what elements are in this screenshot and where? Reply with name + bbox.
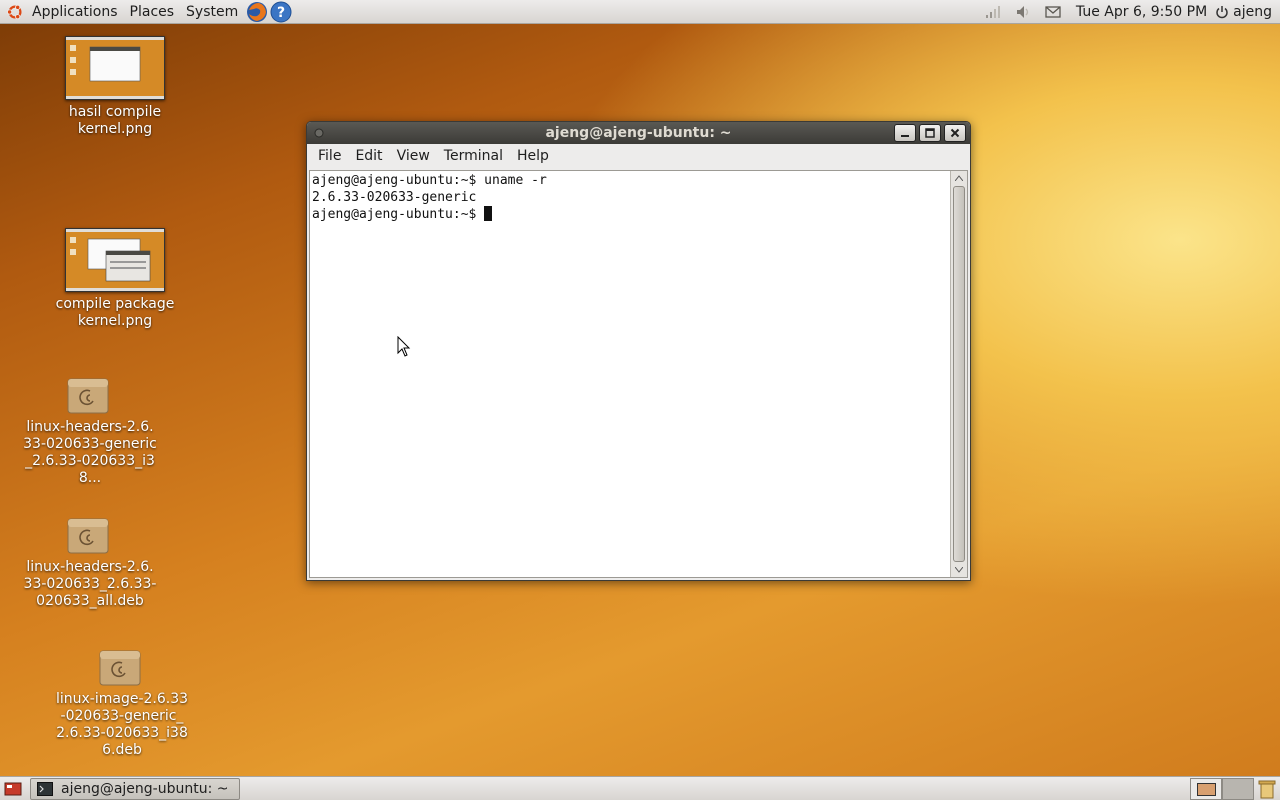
- svg-text:?: ?: [277, 5, 285, 21]
- window-menu-icon[interactable]: [313, 127, 325, 139]
- workspace-switcher: [1190, 777, 1254, 800]
- menu-help[interactable]: Help: [510, 148, 556, 164]
- system-menu[interactable]: System: [180, 0, 244, 24]
- user-menu[interactable]: ajeng: [1215, 4, 1280, 20]
- terminal-icon: [37, 781, 53, 796]
- taskbar-button-terminal[interactable]: ajeng@ajeng-ubuntu: ~: [30, 777, 240, 800]
- volume-icon[interactable]: [1014, 3, 1032, 21]
- close-button[interactable]: [944, 124, 966, 142]
- maximize-button[interactable]: [919, 124, 941, 142]
- workspace-2[interactable]: [1222, 777, 1254, 800]
- close-icon: [950, 128, 960, 138]
- menu-file[interactable]: File: [311, 148, 348, 164]
- arrow-up-icon: [955, 175, 963, 181]
- applications-menu[interactable]: Applications: [26, 0, 124, 24]
- text-cursor: [484, 206, 493, 221]
- menu-edit[interactable]: Edit: [348, 148, 389, 164]
- debian-package-icon: [67, 518, 109, 554]
- scroll-down-button[interactable]: [951, 563, 967, 577]
- mail-icon[interactable]: [1044, 3, 1062, 21]
- terminal-area[interactable]: ajeng@ajeng-ubuntu:~$ uname -r 2.6.33-020…: [309, 170, 968, 578]
- minimize-icon: [901, 135, 909, 137]
- desktop-icon-linux-headers-generic[interactable]: linux-headers-2.6.33-020633-generic_2.6.…: [23, 375, 157, 487]
- window-title: ajeng@ajeng-ubuntu: ~: [545, 125, 732, 141]
- menu-view[interactable]: View: [390, 148, 437, 164]
- places-menu[interactable]: Places: [124, 0, 181, 24]
- icon-label: compile package kernel.png: [55, 296, 175, 329]
- image-thumbnail-icon: [65, 36, 165, 100]
- maximize-icon: [925, 128, 935, 138]
- scroll-up-button[interactable]: [951, 171, 967, 185]
- debian-package-icon: [67, 378, 109, 414]
- bottom-panel: ajeng@ajeng-ubuntu: ~: [0, 776, 1280, 800]
- firefox-icon[interactable]: [246, 1, 268, 23]
- show-desktop-icon[interactable]: [4, 781, 22, 797]
- desktop-icon-linux-image[interactable]: linux-image-2.6.33-020633-generic_2.6.33…: [55, 647, 188, 759]
- terminal-menubar: File Edit View Terminal Help: [307, 144, 970, 168]
- icon-label: linux-headers-2.6.33-020633_2.6.33-02063…: [23, 559, 157, 609]
- terminal-line: ajeng@ajeng-ubuntu:~$ uname -r: [312, 173, 547, 188]
- desktop-icon-compile-package[interactable]: compile package kernel.png: [50, 228, 180, 330]
- desktop-icon-hasil-compile[interactable]: hasil compile kernel.png: [50, 36, 180, 138]
- menu-terminal[interactable]: Terminal: [437, 148, 510, 164]
- icon-label: hasil compile kernel.png: [68, 104, 162, 137]
- network-icon[interactable]: [984, 3, 1002, 21]
- user-name: ajeng: [1233, 3, 1272, 20]
- minimize-button[interactable]: [894, 124, 916, 142]
- scrollbar-thumb[interactable]: [953, 186, 965, 562]
- debian-package-icon: [99, 650, 141, 686]
- ubuntu-logo-icon[interactable]: [6, 3, 24, 21]
- mouse-pointer-icon: [397, 336, 411, 357]
- arrow-down-icon: [955, 567, 963, 573]
- icon-label: linux-image-2.6.33-020633-generic_2.6.33…: [55, 691, 189, 758]
- terminal-scrollbar[interactable]: [950, 171, 967, 577]
- terminal-output[interactable]: ajeng@ajeng-ubuntu:~$ uname -r 2.6.33-020…: [310, 171, 950, 577]
- terminal-line: 2.6.33-020633-generic: [312, 190, 477, 205]
- clock[interactable]: Tue Apr 6, 9:50 PM: [1068, 4, 1215, 20]
- window-titlebar[interactable]: ajeng@ajeng-ubuntu: ~: [307, 122, 970, 144]
- terminal-line: ajeng@ajeng-ubuntu:~$: [312, 207, 485, 222]
- terminal-prompt-line: ajeng@ajeng-ubuntu:~$: [312, 206, 948, 223]
- workspace-window-preview: [1197, 782, 1216, 796]
- desktop-icon-linux-headers-all[interactable]: linux-headers-2.6.33-020633_2.6.33-02063…: [23, 515, 156, 610]
- trash-icon[interactable]: [1258, 779, 1276, 799]
- icon-label: linux-headers-2.6.33-020633-generic_2.6.…: [23, 419, 157, 486]
- power-icon: [1216, 5, 1228, 18]
- top-panel: Applications Places System ? Tue Apr 6, …: [0, 0, 1280, 24]
- workspace-1[interactable]: [1190, 777, 1222, 800]
- taskbar-label: ajeng@ajeng-ubuntu: ~: [61, 780, 229, 797]
- image-thumbnail-icon: [65, 228, 165, 292]
- help-icon[interactable]: ?: [270, 1, 292, 23]
